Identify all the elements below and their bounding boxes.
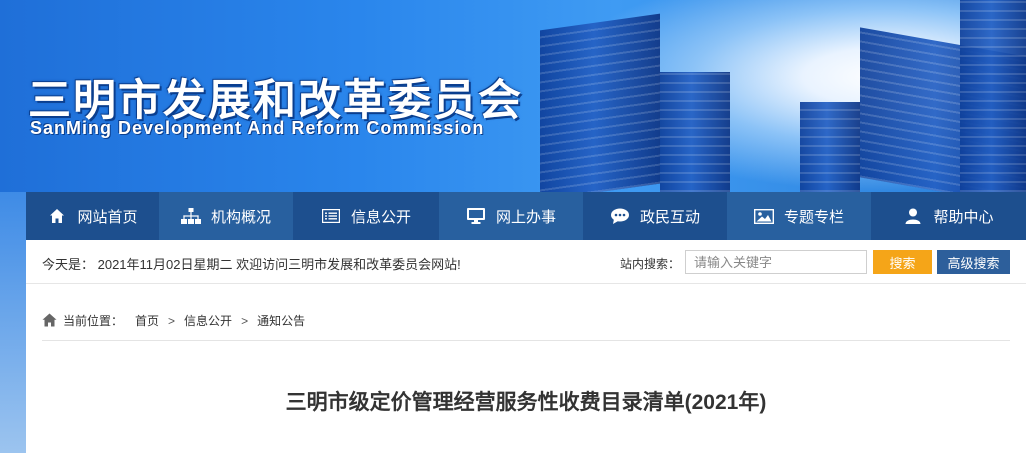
nav-label: 政民互动	[639, 208, 700, 226]
info-bar: 今天是： 2021年11月02日星期二 欢迎访问三明市发展和改革委员会网站! 站…	[26, 240, 1026, 284]
nav-item-info-disclosure[interactable]: 信息公开	[293, 192, 439, 240]
nav-label: 专题专栏	[783, 208, 844, 226]
building-graphic	[960, 0, 1026, 192]
nav-label: 信息公开	[350, 208, 411, 226]
nav-item-about[interactable]: 机构概况	[159, 192, 293, 240]
search-button[interactable]: 搜索	[873, 250, 932, 274]
article-title: 三明市级定价管理经营服务性收费目录清单(2021年)	[285, 391, 767, 414]
date-welcome-text: 今天是： 2021年11月02日星期二 欢迎访问三明市发展和改革委员会网站!	[42, 257, 461, 272]
building-graphic	[540, 13, 660, 192]
chat-icon	[610, 206, 630, 226]
site-title-english: SanMing Development And Reform Commissio…	[30, 118, 485, 138]
search-input[interactable]	[685, 250, 867, 274]
search-label: 站内搜索：	[620, 257, 681, 271]
nav-label: 网上办事	[495, 208, 556, 226]
advanced-search-button[interactable]: 高级搜索	[937, 250, 1010, 274]
org-chart-icon	[180, 206, 201, 226]
nav-item-online-service[interactable]: 网上办事	[439, 192, 583, 240]
breadcrumb-divider	[42, 340, 1010, 341]
header-banner: 三明市发展和改革委员会 SanMing Development And Refo…	[0, 0, 1026, 192]
breadcrumb: 当前位置： 首页 > 信息公开 > 通知公告	[42, 312, 305, 329]
nav-item-interaction[interactable]: 政民互动	[583, 192, 727, 240]
breadcrumb-info-link[interactable]: 信息公开	[184, 312, 232, 329]
main-nav: 网站首页 机构概况 信息公开 网上办事 政民互动 专题专栏 帮助中心	[26, 192, 1026, 240]
breadcrumb-label: 当前位置：	[63, 314, 124, 328]
building-graphic	[800, 102, 860, 192]
user-icon	[903, 206, 923, 226]
content-panel: 今天是： 2021年11月02日星期二 欢迎访问三明市发展和改革委员会网站! 站…	[26, 240, 1026, 453]
home-icon	[42, 313, 57, 328]
breadcrumb-separator: >	[241, 313, 249, 328]
monitor-icon	[466, 206, 486, 226]
nav-label: 机构概况	[210, 208, 271, 226]
document-icon	[321, 206, 341, 226]
building-graphic	[660, 72, 730, 192]
breadcrumb-home-link[interactable]: 首页	[135, 312, 159, 329]
breadcrumb-notice-link[interactable]: 通知公告	[257, 312, 305, 329]
nav-label: 网站首页	[77, 208, 138, 226]
nav-item-special-topics[interactable]: 专题专栏	[727, 192, 871, 240]
nav-label: 帮助中心	[933, 208, 994, 226]
nav-item-help[interactable]: 帮助中心	[871, 192, 1026, 240]
nav-item-home[interactable]: 网站首页	[26, 192, 159, 240]
side-background	[0, 192, 26, 453]
breadcrumb-separator: >	[168, 313, 176, 328]
image-icon	[753, 206, 774, 226]
home-icon	[47, 206, 67, 226]
